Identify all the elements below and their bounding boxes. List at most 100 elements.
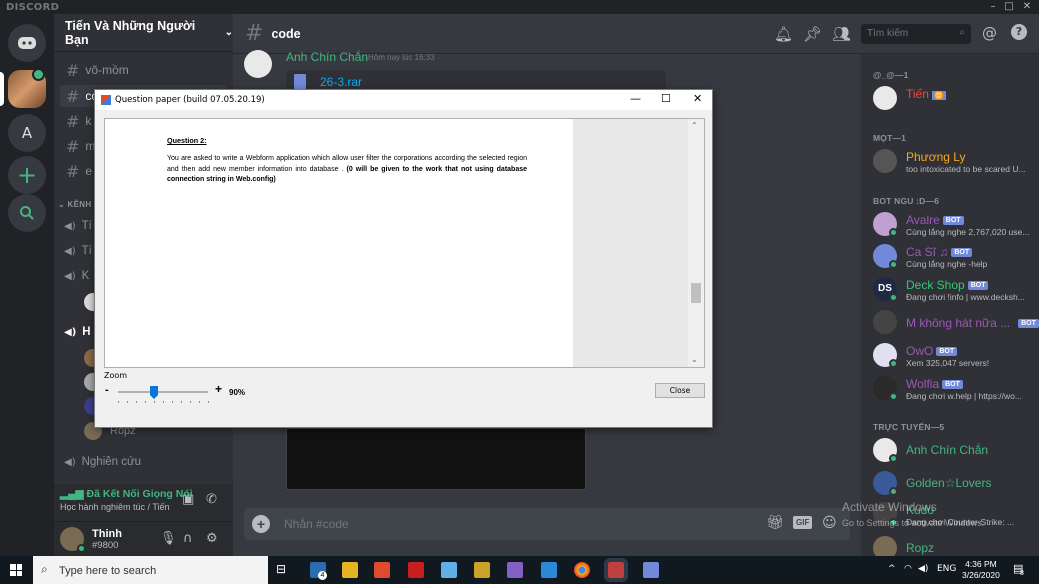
app-cube-icon[interactable] (441, 562, 457, 578)
search-input[interactable]: Tìm kiếm ⌕ (861, 24, 971, 44)
chevron-up-icon[interactable]: ^ (888, 564, 896, 574)
zoom-slider[interactable] (118, 391, 208, 393)
member-name: Ca Sĩ ♫ BOT (906, 245, 973, 259)
dialog-title: Question paper (build 07.05.20.19) (115, 95, 265, 105)
gif-button[interactable]: GIF (793, 516, 813, 529)
upload-button[interactable]: + (252, 515, 270, 533)
emoji-icon[interactable]: ☺ (822, 515, 837, 531)
member-item[interactable]: Golden☆Lovers (873, 469, 1039, 499)
dialog-titlebar[interactable]: Question paper (build 07.05.20.19) — ☐ ✕ (95, 90, 712, 110)
pin-icon[interactable]: 📌︎ (803, 25, 822, 43)
member-activity: Xem 325,047 servers! (906, 358, 990, 368)
close-window-button[interactable]: ✕ (1016, 0, 1038, 14)
hash-icon: # (66, 60, 80, 80)
status-online-icon (889, 454, 898, 463)
status-online-icon (889, 293, 898, 302)
scroll-up-icon[interactable]: ⌃ (691, 121, 698, 130)
clock[interactable]: 4:36 PM 3/26/2020 (962, 559, 1000, 581)
scroll-down-icon[interactable]: ⌄ (691, 355, 698, 364)
garena-icon[interactable] (408, 562, 424, 578)
server-a[interactable]: A (8, 114, 46, 152)
task-view-icon[interactable]: ⊟ (276, 562, 286, 576)
headphones-icon[interactable]: ∩ (183, 531, 193, 546)
screenshot-embed[interactable] (286, 428, 586, 490)
close-window-button[interactable]: ✕ (693, 92, 702, 105)
member-item[interactable]: Ca Sĩ ♫ BOT Cùng lắng nghe -help (873, 242, 1039, 272)
paper-viewer[interactable]: Question 2: You are asked to write a Web… (104, 118, 705, 368)
notification-count: 8 (1020, 570, 1024, 577)
add-server-button[interactable]: + (8, 156, 46, 194)
network-icon[interactable]: ◠ (904, 564, 912, 574)
member-name: Wolfia BOT (906, 377, 963, 391)
member-item[interactable]: Wolfia BOT Đang chơi w.help | https://wo.… (873, 374, 1039, 404)
member-item[interactable]: Anh Chín Chắn (873, 436, 1039, 466)
search-icon: ⌕ (41, 562, 48, 576)
member-group-title: BOT NGU :D—6 (873, 196, 940, 206)
bell-icon[interactable]: 🔔︎ (774, 25, 793, 43)
member-activity: Cùng lắng nghe -help (906, 259, 988, 269)
voice-channel-label: H (82, 326, 91, 338)
voice-channel[interactable]: ◀) Tí (64, 245, 92, 257)
app-people-icon[interactable] (474, 562, 490, 578)
bot-badge: BOT (942, 380, 963, 390)
visual-studio-icon[interactable] (507, 562, 523, 578)
member-item[interactable]: Avalre BOT Cùng lắng nghe 2,767,020 use..… (873, 210, 1039, 240)
microphone-icon[interactable]: 🎙︎ (160, 531, 177, 546)
member-name: Tiến ♊ (906, 87, 947, 101)
file-explorer-icon[interactable] (342, 562, 358, 578)
member-item[interactable]: Tiến ♊ (873, 84, 1039, 114)
question-paper-app-icon[interactable] (374, 562, 390, 578)
minimize-button[interactable]: — (630, 92, 641, 105)
member-name-text: M không hát nữa ... (906, 316, 1011, 330)
member-group-title: @_@—1 (873, 70, 909, 80)
scrollbar-thumb[interactable] (691, 283, 701, 303)
zoom-tick (145, 401, 146, 403)
member-item[interactable]: DS Deck Shop BOT Đang chơi !info | www.de… (873, 275, 1039, 305)
maximize-button[interactable]: ☐ (661, 92, 671, 105)
search-icon (20, 206, 34, 220)
taskbar-search[interactable]: ⌕ Type here to search (33, 556, 268, 584)
disconnect-icon[interactable]: ✆ (206, 492, 217, 507)
message-author[interactable]: Anh Chín Chắn (286, 50, 368, 64)
chrome-icon[interactable] (574, 562, 590, 578)
voice-channel-nghien-cuu[interactable]: ◀) Nghiên cứu (64, 456, 141, 468)
language-indicator[interactable]: ENG (937, 564, 956, 574)
home-button[interactable] (8, 24, 46, 62)
gift-icon[interactable]: 🎁︎ (766, 515, 784, 531)
activate-windows-watermark: Activate Windows (842, 500, 937, 514)
help-icon[interactable]: ? (1011, 24, 1027, 40)
member-activity: too intoxicated to be scared U... (906, 164, 1026, 174)
file-link[interactable]: 26-3.rar (320, 75, 362, 89)
member-item[interactable]: OwO BOT Xem 325,047 servers! (873, 341, 1039, 371)
zoom-slider-thumb[interactable] (150, 386, 158, 399)
channel-vo-mom[interactable]: # võ-mồm (60, 59, 227, 81)
guild-header[interactable]: Tiến Và Những Người Bạn ⌄ (54, 14, 233, 52)
gear-icon[interactable]: ⚙ (206, 531, 218, 546)
avatar[interactable] (244, 50, 272, 78)
zoom-tick (199, 401, 200, 403)
voice-channel[interactable]: ◀) Tí (64, 220, 92, 232)
discord-desktop: DISCORD – □ ✕ A + Tiến Và Những Người Bạ… (0, 0, 1039, 584)
vertical-scrollbar[interactable]: ⌃ ⌄ (688, 119, 704, 367)
voice-channel[interactable]: ◀) K (64, 270, 89, 282)
voice-channel-active[interactable]: ◀) H (64, 326, 91, 338)
winforms-app-icon[interactable] (604, 558, 628, 582)
volume-icon[interactable]: ◀) (918, 564, 928, 574)
discover-button[interactable] (8, 194, 46, 232)
avatar[interactable] (60, 527, 86, 553)
screen-share-icon[interactable]: ▣ (182, 492, 194, 507)
hash-icon: # (245, 21, 264, 46)
voice-channel-path[interactable]: Học hành nghiêm túc / Tiến ... (60, 502, 170, 512)
discord-taskbar-icon[interactable] (643, 562, 659, 578)
mention-icon[interactable]: @ (982, 24, 997, 42)
member-item[interactable]: M không hát nữa ... BOT (873, 308, 1039, 338)
members-icon[interactable]: 👥︎ (832, 25, 851, 43)
chevron-down-icon: ⌄ (224, 27, 233, 38)
member-item[interactable]: Phương Ly too intoxicated to be scared U… (873, 147, 1039, 177)
question-body: You are asked to write a Webform applica… (167, 154, 527, 186)
close-button[interactable]: Close (655, 383, 705, 398)
windows-start-icon[interactable] (10, 564, 22, 576)
message-input[interactable]: + Nhắn #code 🎁︎ GIF ☺ (244, 508, 850, 540)
app-plane-icon[interactable] (541, 562, 557, 578)
member-name-text: Ca Sĩ ♫ (906, 245, 949, 259)
